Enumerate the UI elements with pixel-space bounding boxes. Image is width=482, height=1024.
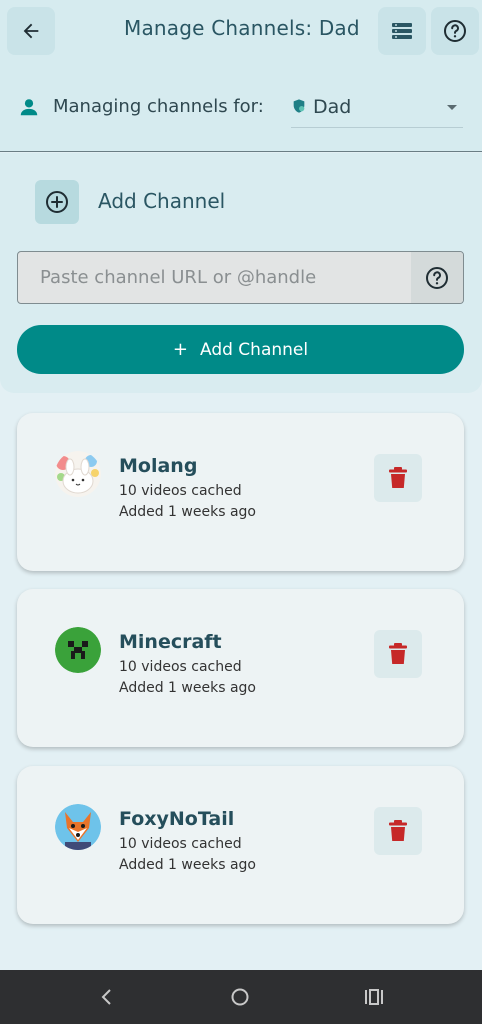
manage-channels-screen: Manage Channels: Dad Managing channels f…: [0, 0, 482, 1024]
channel-url-input[interactable]: [18, 252, 411, 303]
add-channel-icon-box: [35, 180, 79, 224]
help-button[interactable]: [431, 7, 479, 55]
molang-avatar: [55, 451, 101, 497]
list-view-button[interactable]: [378, 7, 426, 55]
minecraft-avatar: [55, 627, 101, 673]
nav-home-icon[interactable]: [230, 987, 250, 1007]
add-channel-button[interactable]: + Add Channel: [17, 325, 464, 374]
arrow-left-icon: [23, 23, 39, 39]
channel-url-field: [17, 251, 464, 304]
system-navigation-bar: [0, 970, 482, 1024]
url-help-button[interactable]: [411, 252, 463, 303]
nav-back-icon[interactable]: [97, 987, 117, 1007]
fox-avatar: [55, 804, 101, 850]
profile-dropdown[interactable]: Dad: [291, 94, 463, 128]
plus-icon: +: [172, 339, 188, 360]
channel-added-date: Added 1 weeks ago: [119, 680, 256, 696]
channel-name: Minecraft: [119, 631, 222, 653]
channel-name: Molang: [119, 455, 198, 477]
list-icon: [392, 23, 412, 39]
help-circle-icon: [426, 266, 448, 289]
channel-card: FoxyNoTail 10 videos cached Added 1 week…: [17, 766, 464, 924]
channel-card: Molang 10 videos cached Added 1 weeks ag…: [17, 413, 464, 571]
add-channel-button-label: Add Channel: [199, 339, 309, 360]
channel-added-date: Added 1 weeks ago: [119, 857, 256, 873]
channel-added-date: Added 1 weeks ago: [119, 504, 256, 520]
person-icon: [20, 99, 38, 116]
help-circle-icon: [444, 20, 466, 42]
back-button[interactable]: [7, 7, 55, 55]
delete-channel-button[interactable]: [374, 454, 422, 502]
trash-icon: [389, 820, 407, 841]
nav-recents-icon[interactable]: [363, 987, 385, 1007]
profile-shield-icon: [293, 99, 305, 113]
delete-channel-button[interactable]: [374, 630, 422, 678]
top-app-bar: Manage Channels: Dad: [0, 0, 482, 64]
add-channel-heading: Add Channel: [98, 189, 226, 213]
channel-video-count: 10 videos cached: [119, 483, 242, 499]
trash-icon: [389, 643, 407, 664]
channel-name: FoxyNoTail: [119, 808, 235, 830]
channel-video-count: 10 videos cached: [119, 659, 242, 675]
delete-channel-button[interactable]: [374, 807, 422, 855]
managing-label: Managing channels for:: [53, 96, 264, 117]
profile-value: Dad: [313, 96, 352, 118]
profile-selector-row: Managing channels for: Dad: [0, 64, 482, 152]
chevron-down-icon: [447, 105, 457, 110]
channel-video-count: 10 videos cached: [119, 836, 242, 852]
trash-icon: [389, 467, 407, 488]
add-channel-panel: Add Channel + Add Channel: [0, 153, 482, 393]
add-circle-icon: [46, 191, 68, 213]
channel-card: Minecraft 10 videos cached Added 1 weeks…: [17, 589, 464, 747]
page-title: Manage Channels: Dad: [124, 16, 360, 40]
